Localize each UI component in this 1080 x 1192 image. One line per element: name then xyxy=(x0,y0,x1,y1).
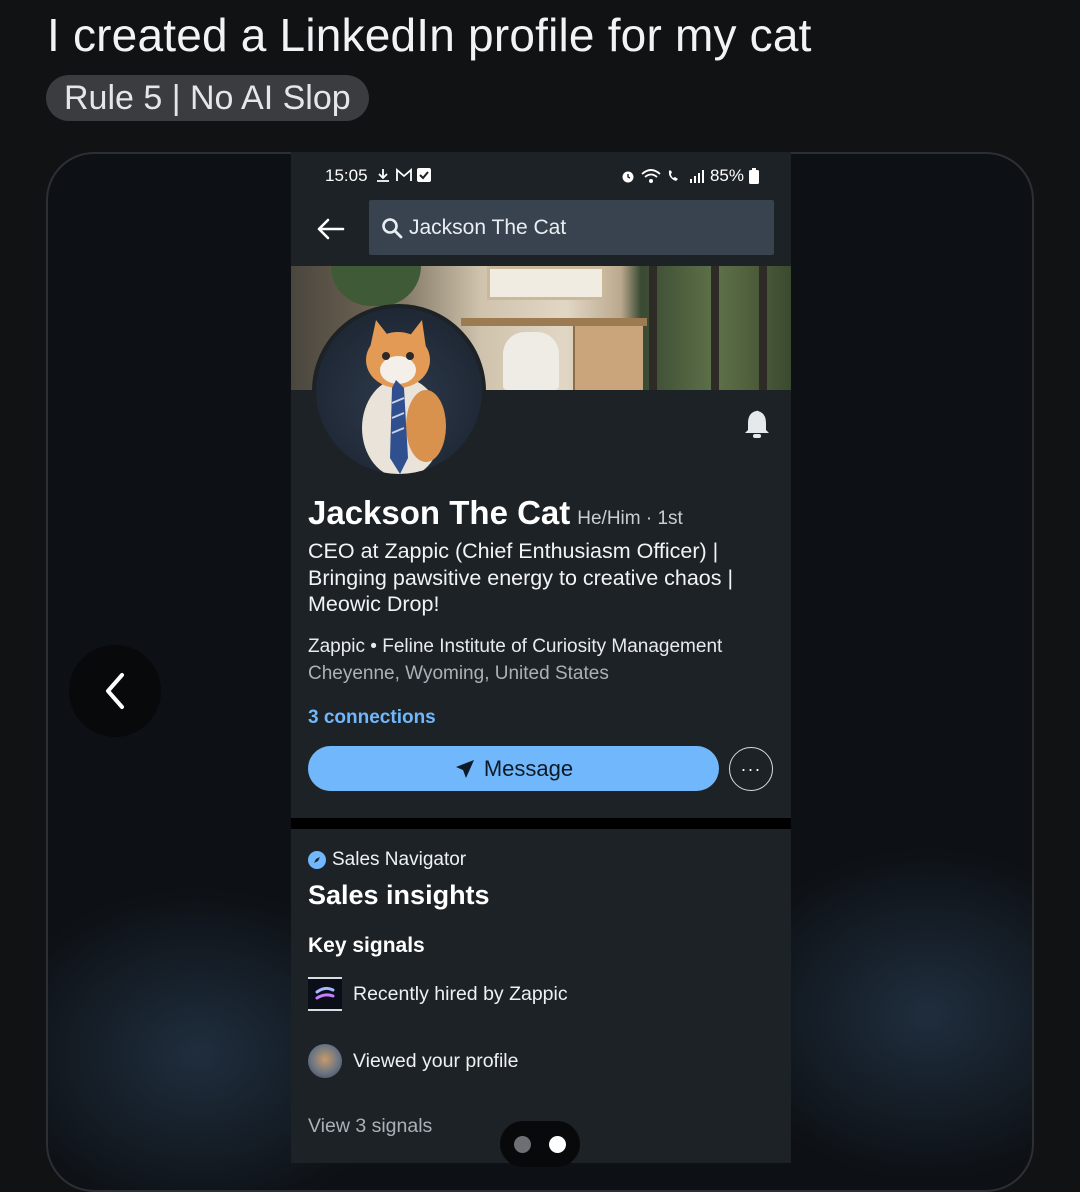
search-input[interactable]: Jackson The Cat xyxy=(369,200,774,255)
profile-organizations[interactable]: Zappic • Feline Institute of Curiosity M… xyxy=(308,636,722,658)
section-divider xyxy=(291,818,791,829)
view-signals-link[interactable]: View 3 signals xyxy=(308,1115,432,1138)
sales-navigator-label: Sales Navigator xyxy=(308,849,466,871)
wifi-calling-icon xyxy=(668,170,678,181)
pager-dot-2[interactable] xyxy=(549,1135,566,1153)
cat-avatar-icon xyxy=(308,1044,342,1078)
phone-screenshot: 15:05 85% Jackson The Cat Jackson The Ca… xyxy=(291,152,791,1163)
sales-navigator-text: Sales Navigator xyxy=(332,849,467,870)
message-button-label: Message xyxy=(483,755,574,781)
pronouns-and-degree: He/Him · 1st xyxy=(577,508,683,529)
gallery-prev-button[interactable] xyxy=(69,645,161,737)
checkbox-icon xyxy=(417,168,431,182)
search-query: Jackson The Cat xyxy=(409,215,567,239)
profile-avatar[interactable] xyxy=(312,304,486,478)
more-options-button[interactable]: ··· xyxy=(729,747,773,791)
status-time: 15:05 xyxy=(325,166,368,185)
search-bar-row: Jackson The Cat xyxy=(291,198,791,264)
gallery-pager xyxy=(500,1121,580,1167)
download-icon xyxy=(377,169,389,182)
message-button[interactable]: Message xyxy=(308,746,719,791)
signal-bars-icon xyxy=(689,170,704,183)
status-bar: 15:05 85% xyxy=(291,152,791,198)
signal-recently-hired[interactable]: Recently hired by Zappic xyxy=(308,977,568,1011)
profile-name-row: Jackson The Cat He/Him · 1st xyxy=(308,494,683,532)
alarm-icon xyxy=(622,171,634,183)
bell-icon[interactable] xyxy=(741,408,773,440)
post-title: I created a LinkedIn profile for my cat xyxy=(47,9,812,61)
gmail-icon xyxy=(396,168,412,181)
key-signals-title: Key signals xyxy=(308,934,425,957)
cat-in-tie-photo xyxy=(362,320,446,474)
zappic-logo-icon xyxy=(308,977,342,1011)
chevron-left-icon xyxy=(106,673,124,709)
signal-text: Recently hired by Zappic xyxy=(353,982,568,1005)
pager-dot-1[interactable] xyxy=(514,1135,531,1153)
search-icon xyxy=(382,217,403,238)
send-icon xyxy=(455,759,474,778)
connections-link[interactable]: 3 connections xyxy=(308,707,436,729)
post-flair[interactable]: Rule 5 | No AI Slop xyxy=(46,75,369,121)
wifi-icon xyxy=(641,169,661,183)
signal-text: Viewed your profile xyxy=(353,1049,519,1072)
back-arrow-icon[interactable] xyxy=(313,212,347,246)
status-left-icons xyxy=(375,167,431,183)
compass-icon xyxy=(308,851,326,869)
battery-icon xyxy=(749,168,759,184)
signal-viewed-profile[interactable]: Viewed your profile xyxy=(308,1044,518,1078)
status-right-icons: 85% xyxy=(620,166,759,186)
profile-headline: CEO at Zappic (Chief Enthusiasm Officer)… xyxy=(308,539,734,616)
sales-insights-title: Sales insights xyxy=(308,880,490,910)
profile-location: Cheyenne, Wyoming, United States xyxy=(308,663,609,684)
battery-percent: 85% xyxy=(709,166,744,185)
profile-name: Jackson The Cat xyxy=(308,494,571,531)
